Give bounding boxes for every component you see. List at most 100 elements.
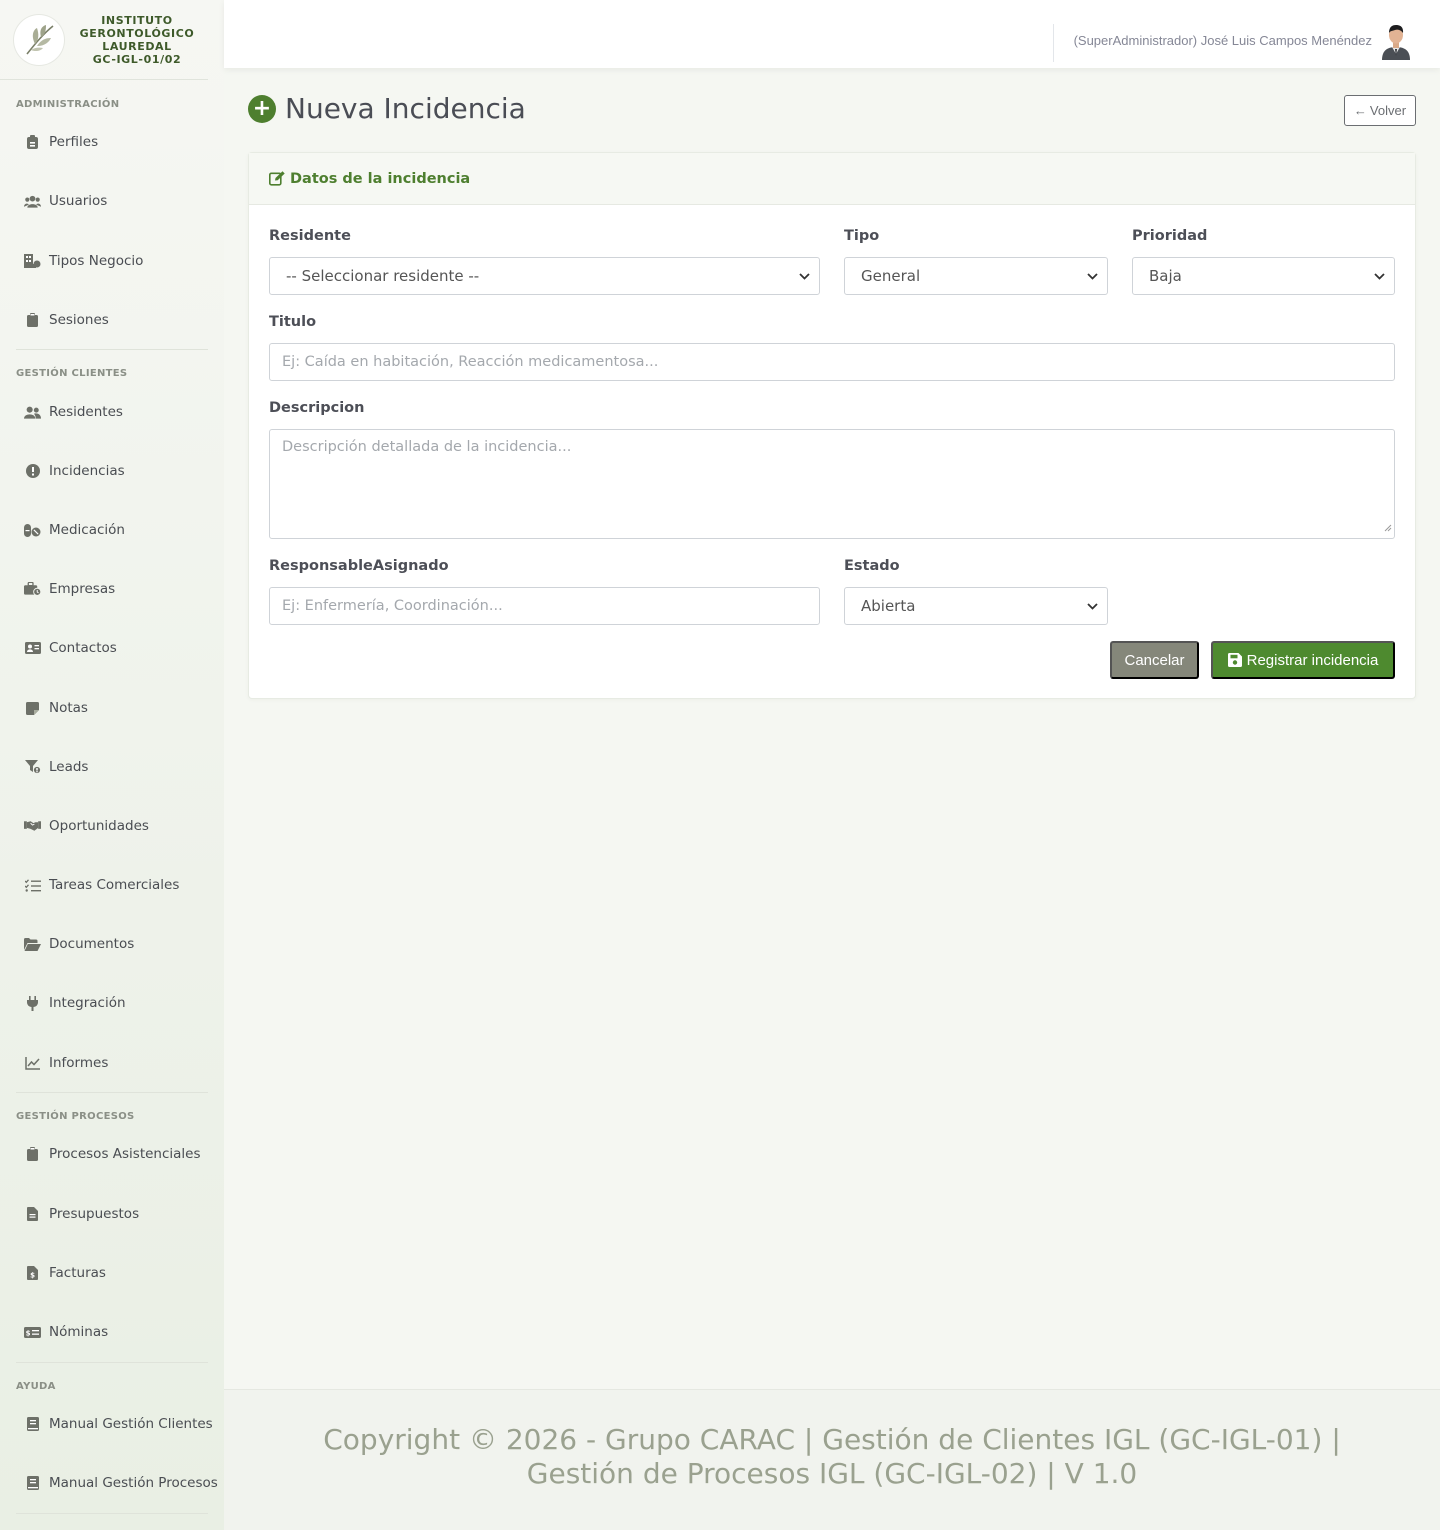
- sidebar-item-tareas-comerciales[interactable]: Tareas Comerciales: [24, 875, 179, 895]
- sidebar-item-label: Residentes: [49, 404, 123, 420]
- estado-select[interactable]: Abierta: [844, 587, 1108, 625]
- estado-select-value: Abierta: [861, 597, 916, 615]
- incidence-form-card: Datos de la incidencia Residente -- Sele…: [248, 152, 1416, 699]
- user-avatar-icon[interactable]: [1380, 24, 1412, 60]
- sidebar-item-label: Tareas Comerciales: [49, 877, 180, 893]
- sidebar-item-facturas[interactable]: $ Facturas: [24, 1263, 106, 1283]
- sidebar-item-usuarios[interactable]: Usuarios: [24, 191, 107, 211]
- users-icon: [24, 193, 41, 209]
- brand-name: INSTITUTO GERONTOLÓGICO LAUREDAL GC-IGL-…: [79, 13, 195, 66]
- clipboard-icon: [24, 1146, 41, 1162]
- sidebar-item-notas[interactable]: Notas: [24, 698, 88, 718]
- sidebar-item-label: Tipos Negocio: [49, 253, 144, 269]
- sidebar-item-incidencias[interactable]: Incidencias: [24, 461, 125, 481]
- topbar: (SuperAdministrador) José Luis Campos Me…: [224, 0, 1440, 68]
- sidebar-item-label: Procesos Asistenciales: [49, 1146, 201, 1162]
- descripcion-label: Descripcion: [269, 400, 365, 416]
- cancel-button[interactable]: Cancelar: [1110, 641, 1199, 679]
- sidebar-item-label: Usuarios: [49, 193, 108, 209]
- filter-icon: [24, 759, 41, 775]
- tipo-select[interactable]: General: [844, 257, 1108, 295]
- footer-copyright: Copyright © 2026 - Grupo CARAC | Gestión…: [323, 1422, 1341, 1490]
- sidebar-item-oportunidades[interactable]: Oportunidades: [24, 816, 149, 836]
- sidebar-item-residentes[interactable]: Residentes: [24, 402, 123, 422]
- topbar-divider: [1053, 24, 1054, 62]
- section-label-administracion: Administración: [16, 99, 120, 110]
- sidebar-item-label: Manual Gestión Clientes: [49, 1416, 213, 1432]
- page-title: Nueva Incidencia: [285, 92, 526, 125]
- prioridad-label: Prioridad: [1132, 228, 1208, 244]
- folder-open-icon: [24, 936, 41, 952]
- sidebar-item-medicacion[interactable]: Medicación: [24, 520, 125, 540]
- back-button[interactable]: ← Volver: [1344, 95, 1416, 126]
- residente-select[interactable]: -- Seleccionar residente --: [269, 257, 820, 295]
- plus-circle-icon: +: [248, 95, 276, 123]
- exclamation-circle-icon: [24, 463, 41, 479]
- sidebar-item-label: Integración: [49, 995, 126, 1011]
- section-label-gestion-clientes: Gestión Clientes: [16, 368, 128, 379]
- sidebar-item-leads[interactable]: Leads: [24, 757, 88, 777]
- tipo-select-value: General: [861, 267, 921, 285]
- footer: Copyright © 2026 - Grupo CARAC | Gestión…: [224, 1389, 1440, 1530]
- sidebar-item-procesos-asistenciales[interactable]: Procesos Asistenciales: [24, 1144, 201, 1164]
- id-badge-icon: [24, 134, 41, 150]
- section-label-ayuda: Ayuda: [16, 1381, 56, 1392]
- brand[interactable]: INSTITUTO GERONTOLÓGICO LAUREDAL GC-IGL-…: [0, 0, 208, 80]
- sidebar-item-label: Medicación: [49, 522, 125, 538]
- sidebar-item-label: Incidencias: [49, 463, 125, 479]
- sidebar-item-manual-gestion-clientes[interactable]: Manual Gestión Clientes: [24, 1414, 213, 1434]
- clipboard-icon: [24, 312, 41, 328]
- responsable-input[interactable]: Ej: Enfermería, Coordinación...: [269, 587, 820, 625]
- sidebar-item-nominas[interactable]: $ Nóminas: [24, 1322, 108, 1342]
- sidebar-item-informes[interactable]: Informes: [24, 1053, 108, 1073]
- sidebar-item-label: Documentos: [49, 936, 135, 952]
- edit-icon: [269, 171, 285, 186]
- sidebar-item-label: Empresas: [49, 581, 116, 597]
- section-label-gestion-procesos: Gestión Procesos: [16, 1111, 135, 1122]
- plug-icon: [24, 995, 41, 1011]
- responsable-label: ResponsableAsignado: [269, 558, 449, 574]
- responsable-placeholder: Ej: Enfermería, Coordinación...: [282, 598, 503, 614]
- leaf-logo-icon: [14, 14, 64, 65]
- user-name[interactable]: (SuperAdministrador) José Luis Campos Me…: [1074, 33, 1372, 48]
- sidebar-item-perfiles[interactable]: Perfiles: [24, 132, 98, 152]
- sticky-note-icon: [24, 700, 41, 716]
- sidebar-item-manual-gestion-procesos[interactable]: Manual Gestión Procesos: [24, 1473, 218, 1493]
- svg-text:$: $: [26, 1329, 31, 1337]
- file-invoice-icon: $: [24, 1265, 41, 1281]
- sidebar-item-integracion[interactable]: Integración: [24, 993, 126, 1013]
- prioridad-select-value: Baja: [1149, 267, 1182, 285]
- sidebar-item-label: Informes: [49, 1055, 109, 1071]
- register-incidence-label: Registrar incidencia: [1246, 651, 1379, 669]
- sidebar-item-documentos[interactable]: Documentos: [24, 934, 134, 954]
- sidebar-item-sesiones[interactable]: Sesiones: [24, 310, 109, 330]
- sidebar-divider: [16, 1513, 208, 1514]
- money-check-icon: $: [24, 1324, 41, 1340]
- sidebar-item-label: Oportunidades: [49, 818, 149, 834]
- sidebar-item-label: Facturas: [49, 1265, 106, 1281]
- tasks-icon: [24, 877, 41, 893]
- sidebar-item-label: Manual Gestión Procesos: [49, 1475, 218, 1491]
- sidebar-divider: [16, 349, 208, 350]
- arrow-left-icon: ←: [1353, 103, 1367, 118]
- card-header: Datos de la incidencia: [249, 153, 1415, 205]
- register-incidence-button[interactable]: Registrar incidencia: [1211, 641, 1395, 679]
- chevron-down-icon: [1087, 600, 1099, 612]
- sidebar-item-presupuestos[interactable]: Presupuestos: [24, 1204, 139, 1224]
- book-icon: [24, 1416, 41, 1432]
- save-icon: [1227, 653, 1242, 667]
- sidebar-item-label: Leads: [49, 759, 89, 775]
- sidebar-item-label: Contactos: [49, 640, 117, 656]
- titulo-input[interactable]: Ej: Caída en habitación, Reacción medica…: [269, 343, 1395, 381]
- resize-handle-icon[interactable]: [1384, 520, 1392, 536]
- sidebar-item-empresas[interactable]: Empresas: [24, 579, 115, 599]
- sidebar-item-contactos[interactable]: Contactos: [24, 638, 117, 658]
- prioridad-select[interactable]: Baja: [1132, 257, 1395, 295]
- residente-label: Residente: [269, 228, 351, 244]
- chevron-down-icon: [799, 270, 811, 282]
- sidebar-item-tipos-negocio[interactable]: Tipos Negocio: [24, 251, 143, 271]
- book-icon: [24, 1475, 41, 1491]
- sidebar-divider: [16, 1092, 208, 1093]
- sidebar-divider: [16, 1362, 208, 1363]
- descripcion-textarea[interactable]: Descripción detallada de la incidencia..…: [269, 429, 1395, 539]
